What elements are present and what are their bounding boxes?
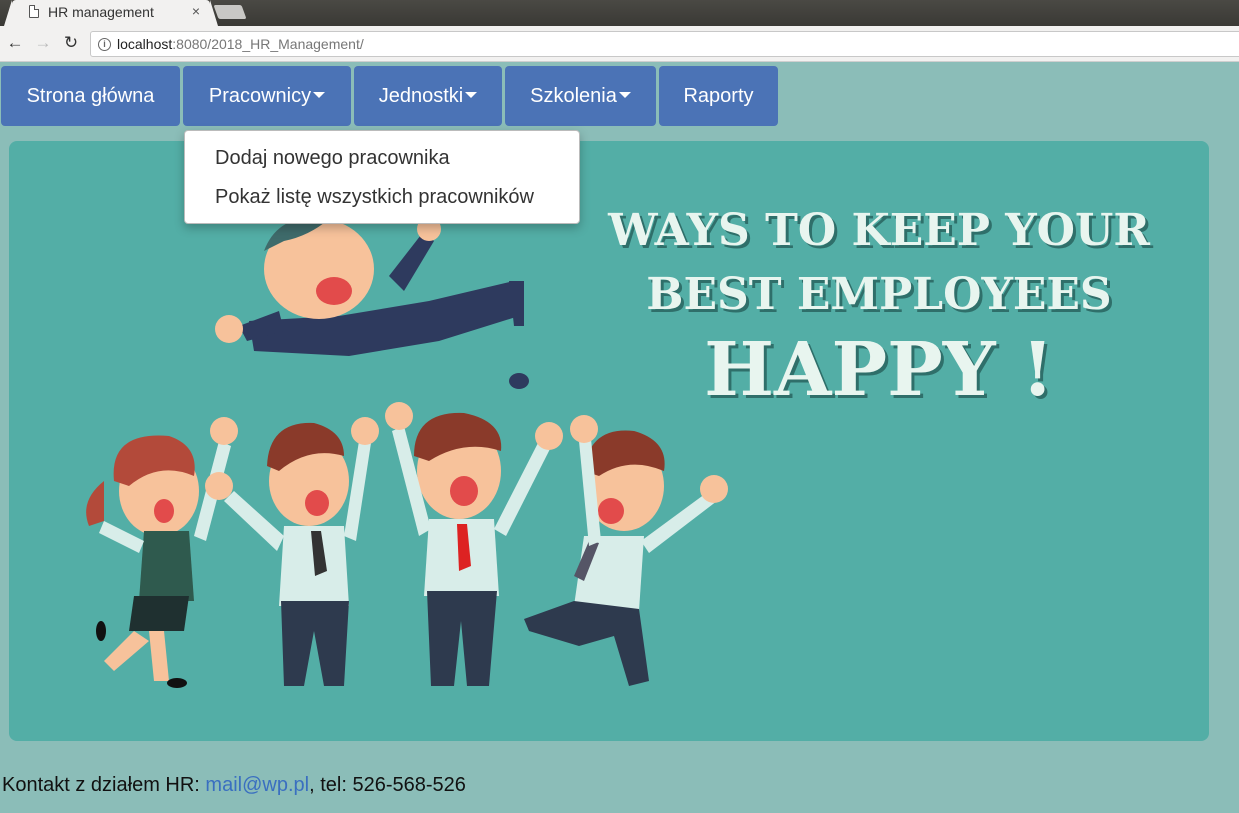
url-text: localhost:8080/2018_HR_Management/ xyxy=(117,36,364,52)
browser-tabstrip: HR management × xyxy=(0,0,1239,26)
nav-label: Raporty xyxy=(683,85,754,107)
nav-label: Jednostki xyxy=(378,85,464,107)
address-bar[interactable]: i localhost:8080/2018_HR_Management/ xyxy=(90,31,1239,57)
caret-down-icon xyxy=(313,92,326,99)
nav-label: Szkolenia xyxy=(530,85,617,107)
url-path: :8080/2018_HR_Management/ xyxy=(172,36,364,52)
browser-toolbar: ← → ↻ i localhost:8080/2018_HR_Managemen… xyxy=(0,26,1239,62)
hero-banner: WAYS TO KEEP YOUR BEST EMPLOYEES HAPPY ! xyxy=(9,141,1209,741)
nav-label: Pracownicy xyxy=(208,85,312,107)
employee-man-figure xyxy=(385,402,563,686)
dropdown-item-list-employees[interactable]: Pokaż listę wszystkich pracowników xyxy=(215,186,534,209)
nav-item-strona-glowna[interactable]: Strona główna xyxy=(1,66,180,126)
footer-prefix: Kontakt z działem HR: xyxy=(2,774,206,796)
caret-down-icon xyxy=(618,92,631,99)
banner-headline-line1: WAYS TO KEEP YOUR xyxy=(608,205,1150,256)
flying-employee-figure xyxy=(215,217,529,389)
tab-close-icon[interactable]: × xyxy=(192,3,200,19)
pracownicy-dropdown-menu: Dodaj nowego pracownika Pokaż listę wszy… xyxy=(184,130,580,224)
nav-item-pracownicy[interactable]: Pracownicy xyxy=(183,66,351,126)
forward-icon[interactable]: → xyxy=(34,34,52,52)
employee-man-figure xyxy=(524,415,728,686)
url-host: localhost xyxy=(117,36,173,52)
nav-item-jednostki[interactable]: Jednostki xyxy=(354,66,502,126)
employee-man-figure xyxy=(205,417,379,686)
reload-icon[interactable]: ↻ xyxy=(62,34,80,52)
page-icon xyxy=(29,5,39,18)
nav-label: Strona główna xyxy=(26,85,155,107)
back-icon[interactable]: ← xyxy=(6,34,24,52)
employee-woman-figure xyxy=(86,417,238,688)
footer-email-link[interactable]: mail@wp.pl xyxy=(205,774,309,796)
banner-headline-line3: HAPPY ! xyxy=(704,327,1054,413)
footer-contact: Kontakt z działem HR: mail@wp.pl, tel: 5… xyxy=(2,774,466,797)
new-tab-button[interactable] xyxy=(213,5,247,19)
dropdown-item-add-employee[interactable]: Dodaj nowego pracownika xyxy=(215,147,450,170)
info-icon[interactable]: i xyxy=(98,38,111,51)
tab-title: HR management xyxy=(48,4,154,20)
nav-item-szkolenia[interactable]: Szkolenia xyxy=(505,66,656,126)
banner-headline-line2: BEST EMPLOYEES xyxy=(646,269,1112,320)
browser-tab[interactable]: HR management × xyxy=(4,0,218,26)
footer-suffix: , tel: 526-568-526 xyxy=(309,774,466,796)
nav-item-raporty[interactable]: Raporty xyxy=(659,66,778,126)
caret-down-icon xyxy=(465,92,478,99)
